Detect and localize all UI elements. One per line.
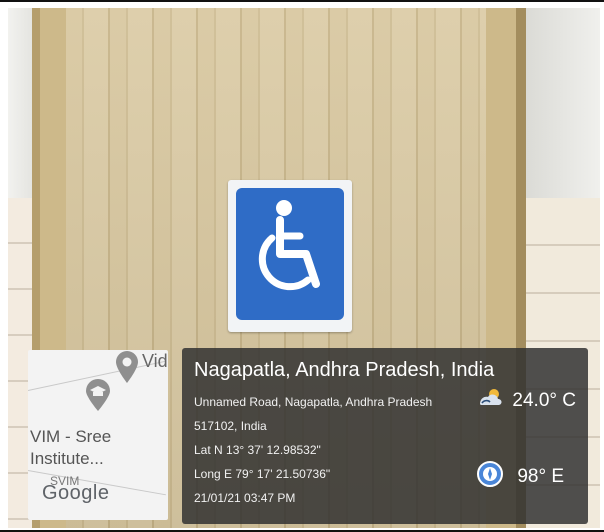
google-logo: Google	[42, 482, 110, 504]
weather-icon	[480, 389, 502, 405]
graduation-cap-icon	[86, 379, 110, 411]
map-pin-icon	[116, 351, 138, 383]
address-line-1: Unnamed Road, Nagapatla, Andhra Pradesh	[194, 395, 433, 409]
address-line-2: 517102, India	[194, 419, 267, 433]
photo-frame: Vid VIM - Sree Institute... SVIM Google …	[0, 0, 604, 532]
geo-info-overlay: Nagapatla, Andhra Pradesh, India Unnamed…	[182, 348, 588, 524]
accessible-sign	[228, 180, 352, 332]
latitude: Lat N 13° 37' 12.98532"	[194, 443, 321, 457]
wheelchair-icon	[258, 200, 320, 291]
compass-icon	[477, 461, 503, 487]
map-thumbnail[interactable]: Vid VIM - Sree Institute... SVIM Google	[28, 350, 168, 520]
temperature: 24.0° C	[512, 390, 576, 411]
scene: Vid VIM - Sree Institute... SVIM Google …	[8, 8, 600, 528]
map-label-vim-sree: VIM - Sree	[30, 427, 112, 446]
map-label-vid: Vid	[142, 351, 168, 371]
map-label-institute: Institute...	[30, 449, 104, 468]
longitude: Long E 79° 17' 21.50736"	[194, 467, 331, 481]
datetime: 21/01/21 03:47 PM	[194, 491, 296, 505]
direction: 98° E	[517, 466, 564, 487]
location-title: Nagapatla, Andhra Pradesh, India	[194, 359, 495, 381]
